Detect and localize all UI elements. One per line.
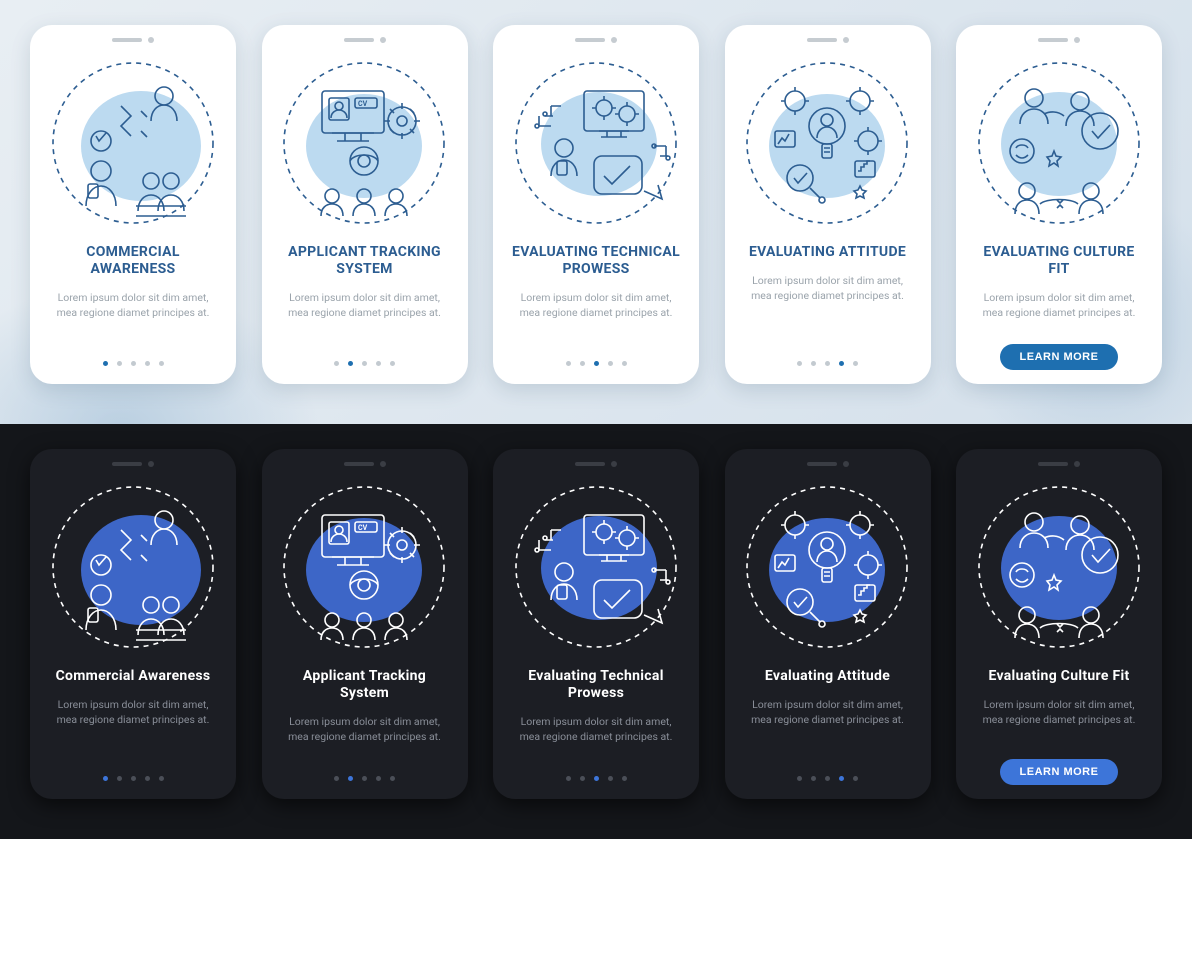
phone-card: CV Applicant Tracking System Lorem ipsum…: [262, 449, 468, 799]
technical-prowess-icon: [501, 475, 691, 660]
pagination-dots[interactable]: [38, 776, 228, 781]
card-title: EVALUATING TECHNICAL PROWESS: [511, 244, 681, 278]
card-title: EVALUATING ATTITUDE: [743, 244, 913, 261]
culture-fit-icon: [964, 51, 1154, 236]
technical-prowess-icon: [501, 51, 691, 236]
learn-more-button[interactable]: LEARN MORE: [1000, 759, 1119, 785]
phone-notch: [270, 457, 460, 471]
card-body: Lorem ipsum dolor sit dim amet, mea regi…: [270, 714, 460, 744]
phone-notch: [964, 33, 1154, 47]
card-title: Evaluating Culture Fit: [974, 668, 1144, 685]
learn-more-button[interactable]: LEARN MORE: [1000, 344, 1119, 370]
applicant-tracking-icon: CV: [270, 475, 460, 660]
card-body: Lorem ipsum dolor sit dim amet, mea regi…: [38, 697, 228, 727]
pagination-dots[interactable]: [733, 776, 923, 781]
phone-card: EVALUATING ATTITUDE Lorem ipsum dolor si…: [725, 25, 931, 384]
phone-card: Evaluating Technical Prowess Lorem ipsum…: [493, 449, 699, 799]
evaluating-attitude-icon: [733, 51, 923, 236]
pagination-dots[interactable]: [270, 776, 460, 781]
applicant-tracking-icon: CV: [270, 51, 460, 236]
card-title: APPLICANT TRACKING SYSTEM: [280, 244, 450, 278]
evaluating-attitude-icon: [733, 475, 923, 660]
card-title: EVALUATING CULTURE FIT: [974, 244, 1144, 278]
pagination-dots[interactable]: [270, 361, 460, 366]
svg-text:CV: CV: [358, 100, 368, 108]
phone-card: Evaluating Attitude Lorem ipsum dolor si…: [725, 449, 931, 799]
phone-card: EVALUATING TECHNICAL PROWESS Lorem ipsum…: [493, 25, 699, 384]
card-title: Commercial Awareness: [48, 668, 218, 685]
card-body: Lorem ipsum dolor sit dim amet, mea regi…: [270, 290, 460, 320]
card-body: Lorem ipsum dolor sit dim amet, mea regi…: [733, 697, 923, 727]
phone-card: COMMERCIAL AWARENESS Lorem ipsum dolor s…: [30, 25, 236, 384]
phone-card: EVALUATING CULTURE FIT Lorem ipsum dolor…: [956, 25, 1162, 384]
card-body: Lorem ipsum dolor sit dim amet, mea regi…: [733, 273, 923, 303]
light-theme-row: COMMERCIAL AWARENESS Lorem ipsum dolor s…: [0, 0, 1192, 424]
phone-notch: [501, 457, 691, 471]
phone-notch: [733, 457, 923, 471]
commercial-awareness-icon: [38, 51, 228, 236]
pagination-dots[interactable]: [38, 361, 228, 366]
phone-notch: [501, 33, 691, 47]
card-body: Lorem ipsum dolor sit dim amet, mea regi…: [38, 290, 228, 320]
pagination-dots[interactable]: [733, 361, 923, 366]
card-title: Applicant Tracking System: [280, 668, 450, 702]
pagination-dots[interactable]: [501, 361, 691, 366]
phone-card: Commercial Awareness Lorem ipsum dolor s…: [30, 449, 236, 799]
card-title: COMMERCIAL AWARENESS: [48, 244, 218, 278]
card-body: Lorem ipsum dolor sit dim amet, mea regi…: [964, 697, 1154, 727]
phone-notch: [733, 33, 923, 47]
phone-card: CV APPLICANT TRACKING SYSTEM Lorem ipsum…: [262, 25, 468, 384]
culture-fit-icon: [964, 475, 1154, 660]
card-body: Lorem ipsum dolor sit dim amet, mea regi…: [964, 290, 1154, 320]
phone-notch: [38, 33, 228, 47]
phone-notch: [270, 33, 460, 47]
card-title: Evaluating Attitude: [743, 668, 913, 685]
card-title: Evaluating Technical Prowess: [511, 668, 681, 702]
card-body: Lorem ipsum dolor sit dim amet, mea regi…: [501, 290, 691, 320]
pagination-dots[interactable]: [501, 776, 691, 781]
commercial-awareness-icon: [38, 475, 228, 660]
dark-theme-row: Commercial Awareness Lorem ipsum dolor s…: [0, 424, 1192, 839]
phone-notch: [38, 457, 228, 471]
svg-text:CV: CV: [358, 524, 368, 532]
card-body: Lorem ipsum dolor sit dim amet, mea regi…: [501, 714, 691, 744]
phone-notch: [964, 457, 1154, 471]
phone-card: Evaluating Culture Fit Lorem ipsum dolor…: [956, 449, 1162, 799]
